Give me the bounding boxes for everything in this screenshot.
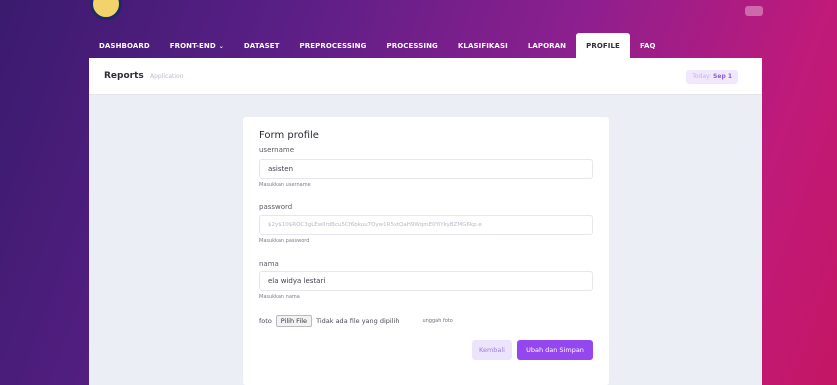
page-subtitle: Application [150, 73, 184, 80]
main-nav: DASHBOARD FRONT-END ⌄ DATASET PREPROCESSI… [89, 33, 666, 60]
upload-hint: unggah foto [422, 318, 453, 324]
password-field[interactable]: $2y$10$ROC3gLEwIIrdBcu5Cf6bkuuTOyw1R5stQ… [259, 215, 593, 235]
username-field[interactable]: asisten [259, 159, 593, 179]
nav-processing[interactable]: PROCESSING [377, 33, 448, 60]
user-menu-button[interactable] [745, 6, 763, 16]
username-label: username [259, 146, 294, 154]
nama-help: Masukkan nama [259, 294, 300, 300]
nav-klasifikasi[interactable]: KLASIFIKASI [448, 33, 518, 60]
username-help: Masukkan username [259, 182, 311, 188]
app-logo [90, 0, 122, 20]
save-button[interactable]: Ubah dan Simpan [517, 340, 593, 360]
file-status: Tidak ada file yang dipilih [316, 317, 400, 325]
content-card: Reports Application Today: Sep 1 Form pr… [89, 58, 762, 385]
foto-row: foto Pilih File Tidak ada file yang dipi… [259, 315, 453, 327]
password-label: password [259, 203, 293, 211]
nav-dataset[interactable]: DATASET [234, 33, 290, 60]
nav-laporan[interactable]: LAPORAN [518, 33, 576, 60]
choose-file-button[interactable]: Pilih File [275, 315, 313, 327]
page-header: Reports Application Today: Sep 1 [89, 58, 762, 95]
page-title: Reports [104, 71, 144, 81]
back-button[interactable]: Kembali [472, 340, 512, 360]
nav-profile[interactable]: PROFILE [576, 33, 630, 60]
chevron-down-icon: ⌄ [218, 43, 224, 50]
nav-front-end[interactable]: FRONT-END ⌄ [160, 33, 234, 60]
nav-dashboard[interactable]: DASHBOARD [89, 33, 160, 60]
nama-label: nama [259, 260, 279, 268]
today-label: Today: [692, 73, 712, 80]
today-badge: Today: Sep 1 [686, 70, 738, 84]
password-help: Masukkan password [259, 238, 310, 244]
today-value: Sep 1 [713, 73, 732, 80]
nav-front-end-label: FRONT-END [169, 42, 216, 50]
nav-preprocessing[interactable]: PREPROCESSING [290, 33, 377, 60]
nama-field[interactable]: ela widya lestari [259, 271, 593, 291]
foto-label: foto [259, 317, 272, 325]
profile-form: Form profile username asisten Masukkan u… [243, 117, 609, 385]
form-title: Form profile [259, 130, 319, 141]
nav-faq[interactable]: FAQ [630, 33, 666, 60]
